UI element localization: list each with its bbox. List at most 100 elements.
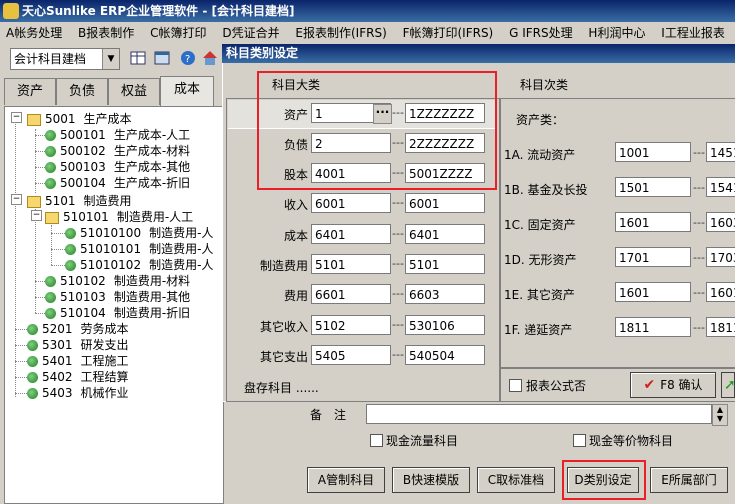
minor-from-field[interactable]: 1601 xyxy=(615,212,691,232)
expand-toggle[interactable]: − xyxy=(11,194,22,205)
tree-node[interactable]: 510101制造费用-人工 xyxy=(45,209,193,225)
menu-item-7[interactable]: H利润中心 xyxy=(582,22,651,44)
cashflow-checkbox[interactable] xyxy=(370,434,383,447)
tree-node[interactable]: 510102制造费用-材料 xyxy=(45,273,190,289)
major-to-field[interactable]: 6001 xyxy=(405,193,485,213)
tree-node[interactable]: 500102生产成本-材料 xyxy=(45,143,190,159)
minor-to-field[interactable]: 1601 xyxy=(706,282,735,302)
tree-node[interactable]: 500103生产成本-其他 xyxy=(45,159,190,175)
tree-node[interactable]: 51010102制造费用-人 xyxy=(65,257,213,273)
tree-node[interactable]: 500104生产成本-折旧 xyxy=(45,175,190,191)
major-label: 其它支出 xyxy=(232,348,308,365)
module-select[interactable]: 会计科目建档 ▼ xyxy=(10,48,120,70)
tree-node[interactable]: 500101生产成本-人工 xyxy=(45,127,190,143)
remark-field[interactable] xyxy=(366,404,712,424)
run-icon: ➚ xyxy=(722,377,735,393)
menu-item-2[interactable]: C帐簿打印 xyxy=(144,22,212,44)
tab-equity[interactable]: 权益 xyxy=(108,78,160,105)
dialog-title: 科目类别设定 xyxy=(222,46,298,60)
confirm-button-label: F8 确认 xyxy=(660,373,702,397)
menu-item-6[interactable]: G IFRS处理 xyxy=(503,22,579,44)
window-icon[interactable] xyxy=(152,48,172,68)
module-select-value: 会计科目建档 xyxy=(11,52,86,66)
menu-item-4[interactable]: E报表制作(IFRS) xyxy=(289,22,392,44)
tree-node[interactable]: 5401工程施工 xyxy=(27,353,129,369)
major-to-field[interactable]: 6401 xyxy=(405,224,485,244)
tree-node[interactable]: 5402工程结算 xyxy=(27,369,129,385)
tree-node[interactable]: 5403机械作业 xyxy=(27,385,129,401)
minor-from-field[interactable]: 1601 xyxy=(615,282,691,302)
standard-file-button[interactable]: C取标准档 xyxy=(477,467,555,493)
menu-bar: A帐务处理 B报表制作 C帐簿打印 D凭证合并 E报表制作(IFRS) F帐簿打… xyxy=(0,22,735,45)
minor-from-field[interactable]: 1001 xyxy=(615,142,691,162)
minor-to-field[interactable]: 1541 xyxy=(706,177,735,197)
tree-node[interactable]: 51010101制造费用-人 xyxy=(65,241,213,257)
report-formula-checkbox[interactable] xyxy=(509,379,522,392)
major-from-field[interactable]: 6401 xyxy=(311,224,391,244)
cash-equiv-checkbox[interactable] xyxy=(573,434,586,447)
major-to-field[interactable]: 530106 xyxy=(405,315,485,335)
minor-to-field[interactable]: 1703 xyxy=(706,247,735,267)
account-tree: − 5001生产成本 500101生产成本-人工 500102生产成本-材料 5… xyxy=(4,106,224,504)
report-formula-label: 报表公式否 xyxy=(526,377,586,394)
expand-toggle[interactable]: − xyxy=(11,112,22,123)
major-from-field[interactable]: 5101 xyxy=(311,254,391,274)
tree-node[interactable]: 51010100制造费用-人 xyxy=(65,225,213,241)
highlight-box xyxy=(257,71,497,190)
minor-to-field[interactable]: 1451 xyxy=(706,142,735,162)
minor-header: 科目次类 xyxy=(520,76,568,93)
minor-from-field[interactable]: 1501 xyxy=(615,177,691,197)
account-icon xyxy=(45,146,56,157)
major-from-field[interactable]: 6001 xyxy=(311,193,391,213)
home-icon[interactable] xyxy=(200,48,220,68)
minor-to-field[interactable]: 1603 xyxy=(706,212,735,232)
major-from-field[interactable]: 6601 xyxy=(311,284,391,304)
account-icon xyxy=(65,228,76,239)
highlight-box xyxy=(562,460,646,500)
menu-item-8[interactable]: I工程业报表 xyxy=(655,22,731,44)
menu-item-1[interactable]: B报表制作 xyxy=(72,22,140,44)
minor-from-field[interactable]: 1811 xyxy=(615,317,691,337)
tree-node[interactable]: 5301研发支出 xyxy=(27,337,129,353)
tab-cost[interactable]: 成本 xyxy=(160,76,214,107)
minor-label: 1E. 其它资产 xyxy=(504,286,575,303)
exit-button[interactable]: ➚ xyxy=(721,372,735,398)
tree-node[interactable]: 510104制造费用-折旧 xyxy=(45,305,190,321)
tree-node[interactable]: 5101制造费用 xyxy=(27,193,132,209)
tree-node[interactable]: 5201劳务成本 xyxy=(27,321,129,337)
account-icon xyxy=(27,324,38,335)
tab-assets[interactable]: 资产 xyxy=(4,78,56,105)
control-account-button[interactable]: A管制科目 xyxy=(307,467,385,493)
account-icon xyxy=(45,276,56,287)
inventory-account-link[interactable]: 盘存科目 ...... xyxy=(244,379,319,396)
grid-icon[interactable] xyxy=(128,48,148,68)
help-icon[interactable]: ? xyxy=(178,48,198,68)
confirm-button[interactable]: ✔ F8 确认 xyxy=(630,372,716,398)
major-to-field[interactable]: 6603 xyxy=(405,284,485,304)
major-to-field[interactable]: 540504 xyxy=(405,345,485,365)
major-label: 收入 xyxy=(232,196,308,213)
check-icon: ✔ xyxy=(643,373,655,397)
app-title: 天心Sunlike ERP企业管理软件 - [会计科目建档] xyxy=(22,0,294,22)
menu-item-3[interactable]: D凭证合并 xyxy=(216,22,285,44)
account-icon xyxy=(27,356,38,367)
menu-item-0[interactable]: A帐务处理 xyxy=(0,22,68,44)
menu-item-5[interactable]: F帐簿打印(IFRS) xyxy=(397,22,500,44)
minor-label: 1D. 无形资产 xyxy=(504,251,577,268)
tab-liabilities[interactable]: 负债 xyxy=(56,78,108,105)
major-from-field[interactable]: 5405 xyxy=(311,345,391,365)
tree-node[interactable]: 5001生产成本 xyxy=(27,111,132,127)
folder-icon xyxy=(27,114,41,126)
tree-node[interactable]: 510103制造费用-其他 xyxy=(45,289,190,305)
major-from-field[interactable]: 5102 xyxy=(311,315,391,335)
department-button[interactable]: E所属部门 xyxy=(650,467,728,493)
major-to-field[interactable]: 5101 xyxy=(405,254,485,274)
minor-label: 1B. 基金及长投 xyxy=(504,181,588,198)
minor-to-field[interactable]: 1811 xyxy=(706,317,735,337)
minor-from-field[interactable]: 1701 xyxy=(615,247,691,267)
account-icon xyxy=(45,178,56,189)
expand-toggle[interactable]: − xyxy=(31,210,42,221)
quick-template-button[interactable]: B快速模版 xyxy=(392,467,470,493)
chevron-down-icon[interactable]: ▼ xyxy=(102,49,119,69)
remark-scroll[interactable]: ▲▼ xyxy=(712,404,728,426)
